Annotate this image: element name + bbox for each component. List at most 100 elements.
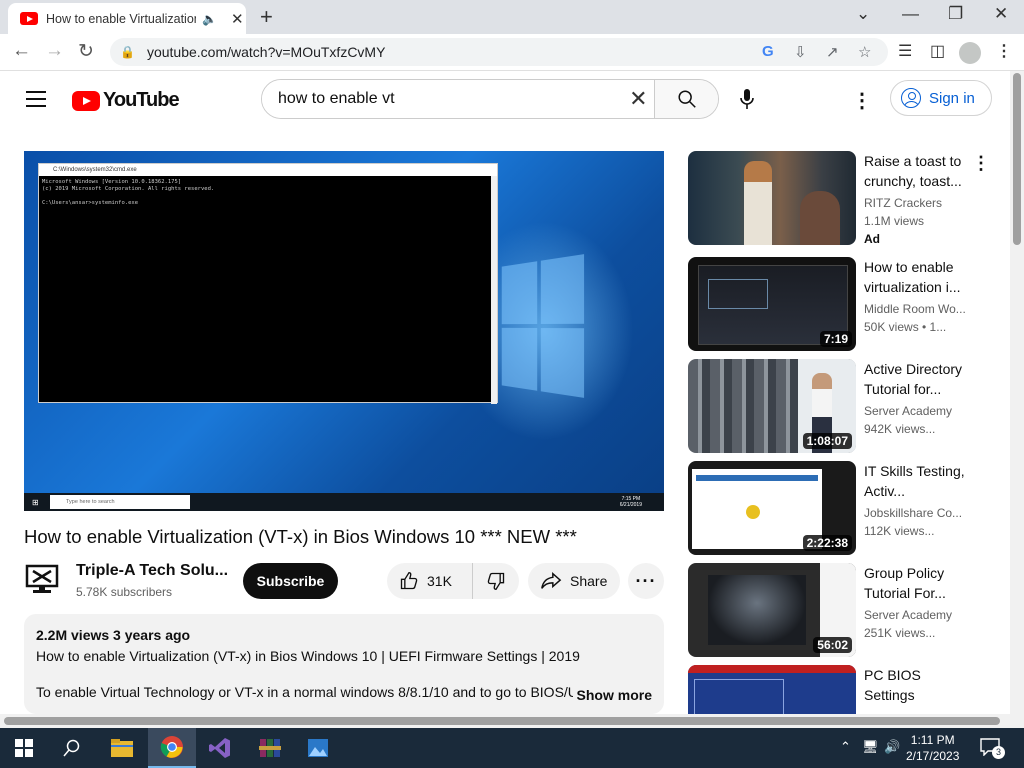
recommendation-title[interactable]: PC BIOS Settings xyxy=(864,665,968,705)
recommendation-title[interactable]: IT Skills Testing, Activ... xyxy=(864,461,968,501)
recommendation-thumbnail[interactable]: 2:22:38 xyxy=(688,461,856,555)
back-icon[interactable]: ← xyxy=(12,40,31,62)
volume-icon[interactable]: 🔊 xyxy=(884,739,900,755)
tab-close-icon[interactable]: ✕ xyxy=(231,10,244,28)
clock-date: 2/17/2023 xyxy=(906,749,960,763)
description-line-1: How to enable Virtualization (VT-x) in B… xyxy=(36,648,580,664)
recommendation-thumbnail[interactable] xyxy=(688,151,856,245)
search-button[interactable] xyxy=(654,80,718,118)
sign-in-button[interactable]: Sign in xyxy=(890,80,992,116)
channel-name[interactable]: Triple-A Tech Solu... xyxy=(76,562,228,580)
install-app-icon[interactable]: ⇩ xyxy=(794,43,807,61)
winrar-icon xyxy=(259,739,281,757)
thumbnail-panel xyxy=(708,279,768,309)
profile-avatar[interactable] xyxy=(959,42,981,64)
recommendation-item[interactable]: 7:19 How to enable virtualization i... M… xyxy=(688,257,998,351)
search-icon xyxy=(63,739,80,757)
video-duration: 56:02 xyxy=(813,637,852,653)
recommendation-views: 112K views... xyxy=(864,524,935,538)
minimize-icon[interactable]: — xyxy=(902,4,919,24)
recommendation-title[interactable]: Raise a toast to crunchy, toast... xyxy=(864,151,968,191)
photos-button[interactable] xyxy=(294,728,342,768)
description-box[interactable]: 2.2M views 3 years ago How to enable Vir… xyxy=(24,614,664,714)
google-lens-icon[interactable]: G xyxy=(762,43,774,60)
sign-in-label: Sign in xyxy=(929,89,975,107)
speaker-icon[interactable]: 🔈 xyxy=(202,12,217,26)
youtube-logo[interactable]: YouTube xyxy=(72,89,180,112)
video-player[interactable]: C:\Windows\system32\cmd.exe Microsoft Wi… xyxy=(24,151,664,511)
recommendation-thumbnail[interactable]: 1:08:07 xyxy=(688,359,856,453)
share-label: Share xyxy=(570,573,608,589)
recommendation-menu-icon[interactable]: ⋮ xyxy=(972,153,990,174)
thumbnail-dot xyxy=(746,505,760,519)
restore-icon[interactable]: ❐ xyxy=(948,4,963,24)
horizontal-scrollbar[interactable] xyxy=(0,714,1010,728)
start-button[interactable] xyxy=(0,728,48,768)
recommendation-thumbnail[interactable]: 56:02 xyxy=(688,563,856,657)
more-actions-button[interactable]: ··· xyxy=(628,563,664,599)
chrome-taskbar-button[interactable] xyxy=(148,728,196,768)
horizontal-scroll-thumb[interactable] xyxy=(4,717,1000,725)
recommendation-thumbnail[interactable] xyxy=(688,665,856,714)
media-control-icon[interactable]: ☰ xyxy=(898,41,912,61)
recommendation-item[interactable]: PC BIOS Settings xyxy=(688,665,998,714)
taskbar-search-button[interactable] xyxy=(48,728,96,768)
notification-center-button[interactable]: 3 xyxy=(980,738,1006,759)
dislike-button[interactable] xyxy=(473,571,519,591)
like-dislike-group: 31K xyxy=(387,563,519,599)
vertical-scroll-thumb[interactable] xyxy=(1013,73,1021,245)
like-count: 31K xyxy=(427,573,452,589)
voice-search-icon[interactable] xyxy=(738,88,756,115)
like-button[interactable]: 31K xyxy=(387,563,473,599)
recommendation-title[interactable]: How to enable virtualization i... xyxy=(864,257,968,297)
reload-icon[interactable]: ↻ xyxy=(78,40,94,63)
recommendation-thumbnail[interactable]: 7:19 xyxy=(688,257,856,351)
show-more-button[interactable]: Show more xyxy=(572,687,652,703)
recommendation-item[interactable]: 2:22:38 IT Skills Testing, Activ... Jobs… xyxy=(688,461,998,555)
menu-icon[interactable] xyxy=(26,91,46,112)
thumbnail-figure xyxy=(800,191,840,245)
share-arrow-icon xyxy=(541,572,562,589)
vertical-scrollbar[interactable] xyxy=(1010,71,1024,728)
lock-icon[interactable]: 🔒 xyxy=(120,45,135,59)
recommendation-item[interactable]: 1:08:07 Active Directory Tutorial for...… xyxy=(688,359,998,453)
recommendation-item[interactable]: 56:02 Group Policy Tutorial For... Serve… xyxy=(688,563,998,657)
new-tab-icon[interactable]: + xyxy=(260,4,273,30)
video-duration: 1:08:07 xyxy=(802,433,852,449)
recommendation-item[interactable]: Raise a toast to crunchy, toast... RITZ … xyxy=(688,151,998,246)
recommendation-channel: Server Academy xyxy=(864,608,953,622)
side-panel-icon[interactable]: ◫ xyxy=(930,41,945,61)
video-taskbar-search: Type here to search xyxy=(50,495,190,509)
thumbnail-figure xyxy=(744,161,772,245)
visual-studio-button[interactable] xyxy=(196,728,244,768)
tray-overflow-icon[interactable]: ⌃ xyxy=(840,739,851,755)
clear-search-icon[interactable]: ✕ xyxy=(622,80,654,118)
system-clock[interactable]: 1:11 PM 2/17/2023 xyxy=(906,732,959,764)
browser-menu-icon[interactable]: ⋮ xyxy=(996,41,1012,61)
share-button[interactable]: Share xyxy=(528,563,620,599)
subscribe-button[interactable]: Subscribe xyxy=(243,563,338,599)
recommendation-views: 942K views... xyxy=(864,422,936,436)
tab-search-icon[interactable]: ⌄ xyxy=(856,4,870,24)
thumbnail-bios-panel xyxy=(694,679,784,714)
recommendation-title[interactable]: Active Directory Tutorial for... xyxy=(864,359,968,399)
file-explorer-button[interactable] xyxy=(98,728,146,768)
bookmark-star-icon[interactable]: ☆ xyxy=(858,43,871,61)
window-close-icon[interactable]: ✕ xyxy=(994,4,1008,24)
search-input[interactable] xyxy=(262,80,623,118)
thumbnail-bios-bar xyxy=(688,665,856,673)
network-icon[interactable]: 🖥 xyxy=(862,739,879,755)
forward-icon[interactable]: → xyxy=(45,40,64,62)
visual-studio-icon xyxy=(209,738,230,758)
recommendation-title[interactable]: Group Policy Tutorial For... xyxy=(864,563,968,603)
browser-tab[interactable]: How to enable Virtualization 🔈 ✕ xyxy=(8,3,246,34)
settings-more-icon[interactable]: ⋮ xyxy=(852,88,872,113)
video-taskbar: ⊞ Type here to search 7:15 PM 6/21/2019 xyxy=(24,493,664,511)
video-duration: 2:22:38 xyxy=(802,535,852,551)
channel-avatar[interactable] xyxy=(25,563,61,595)
logo-text: YouTube xyxy=(103,89,180,111)
video-clock: 7:15 PM 6/21/2019 xyxy=(620,496,642,508)
share-page-icon[interactable]: ↗ xyxy=(826,43,839,61)
winrar-button[interactable] xyxy=(246,728,294,768)
chrome-icon xyxy=(160,736,183,758)
